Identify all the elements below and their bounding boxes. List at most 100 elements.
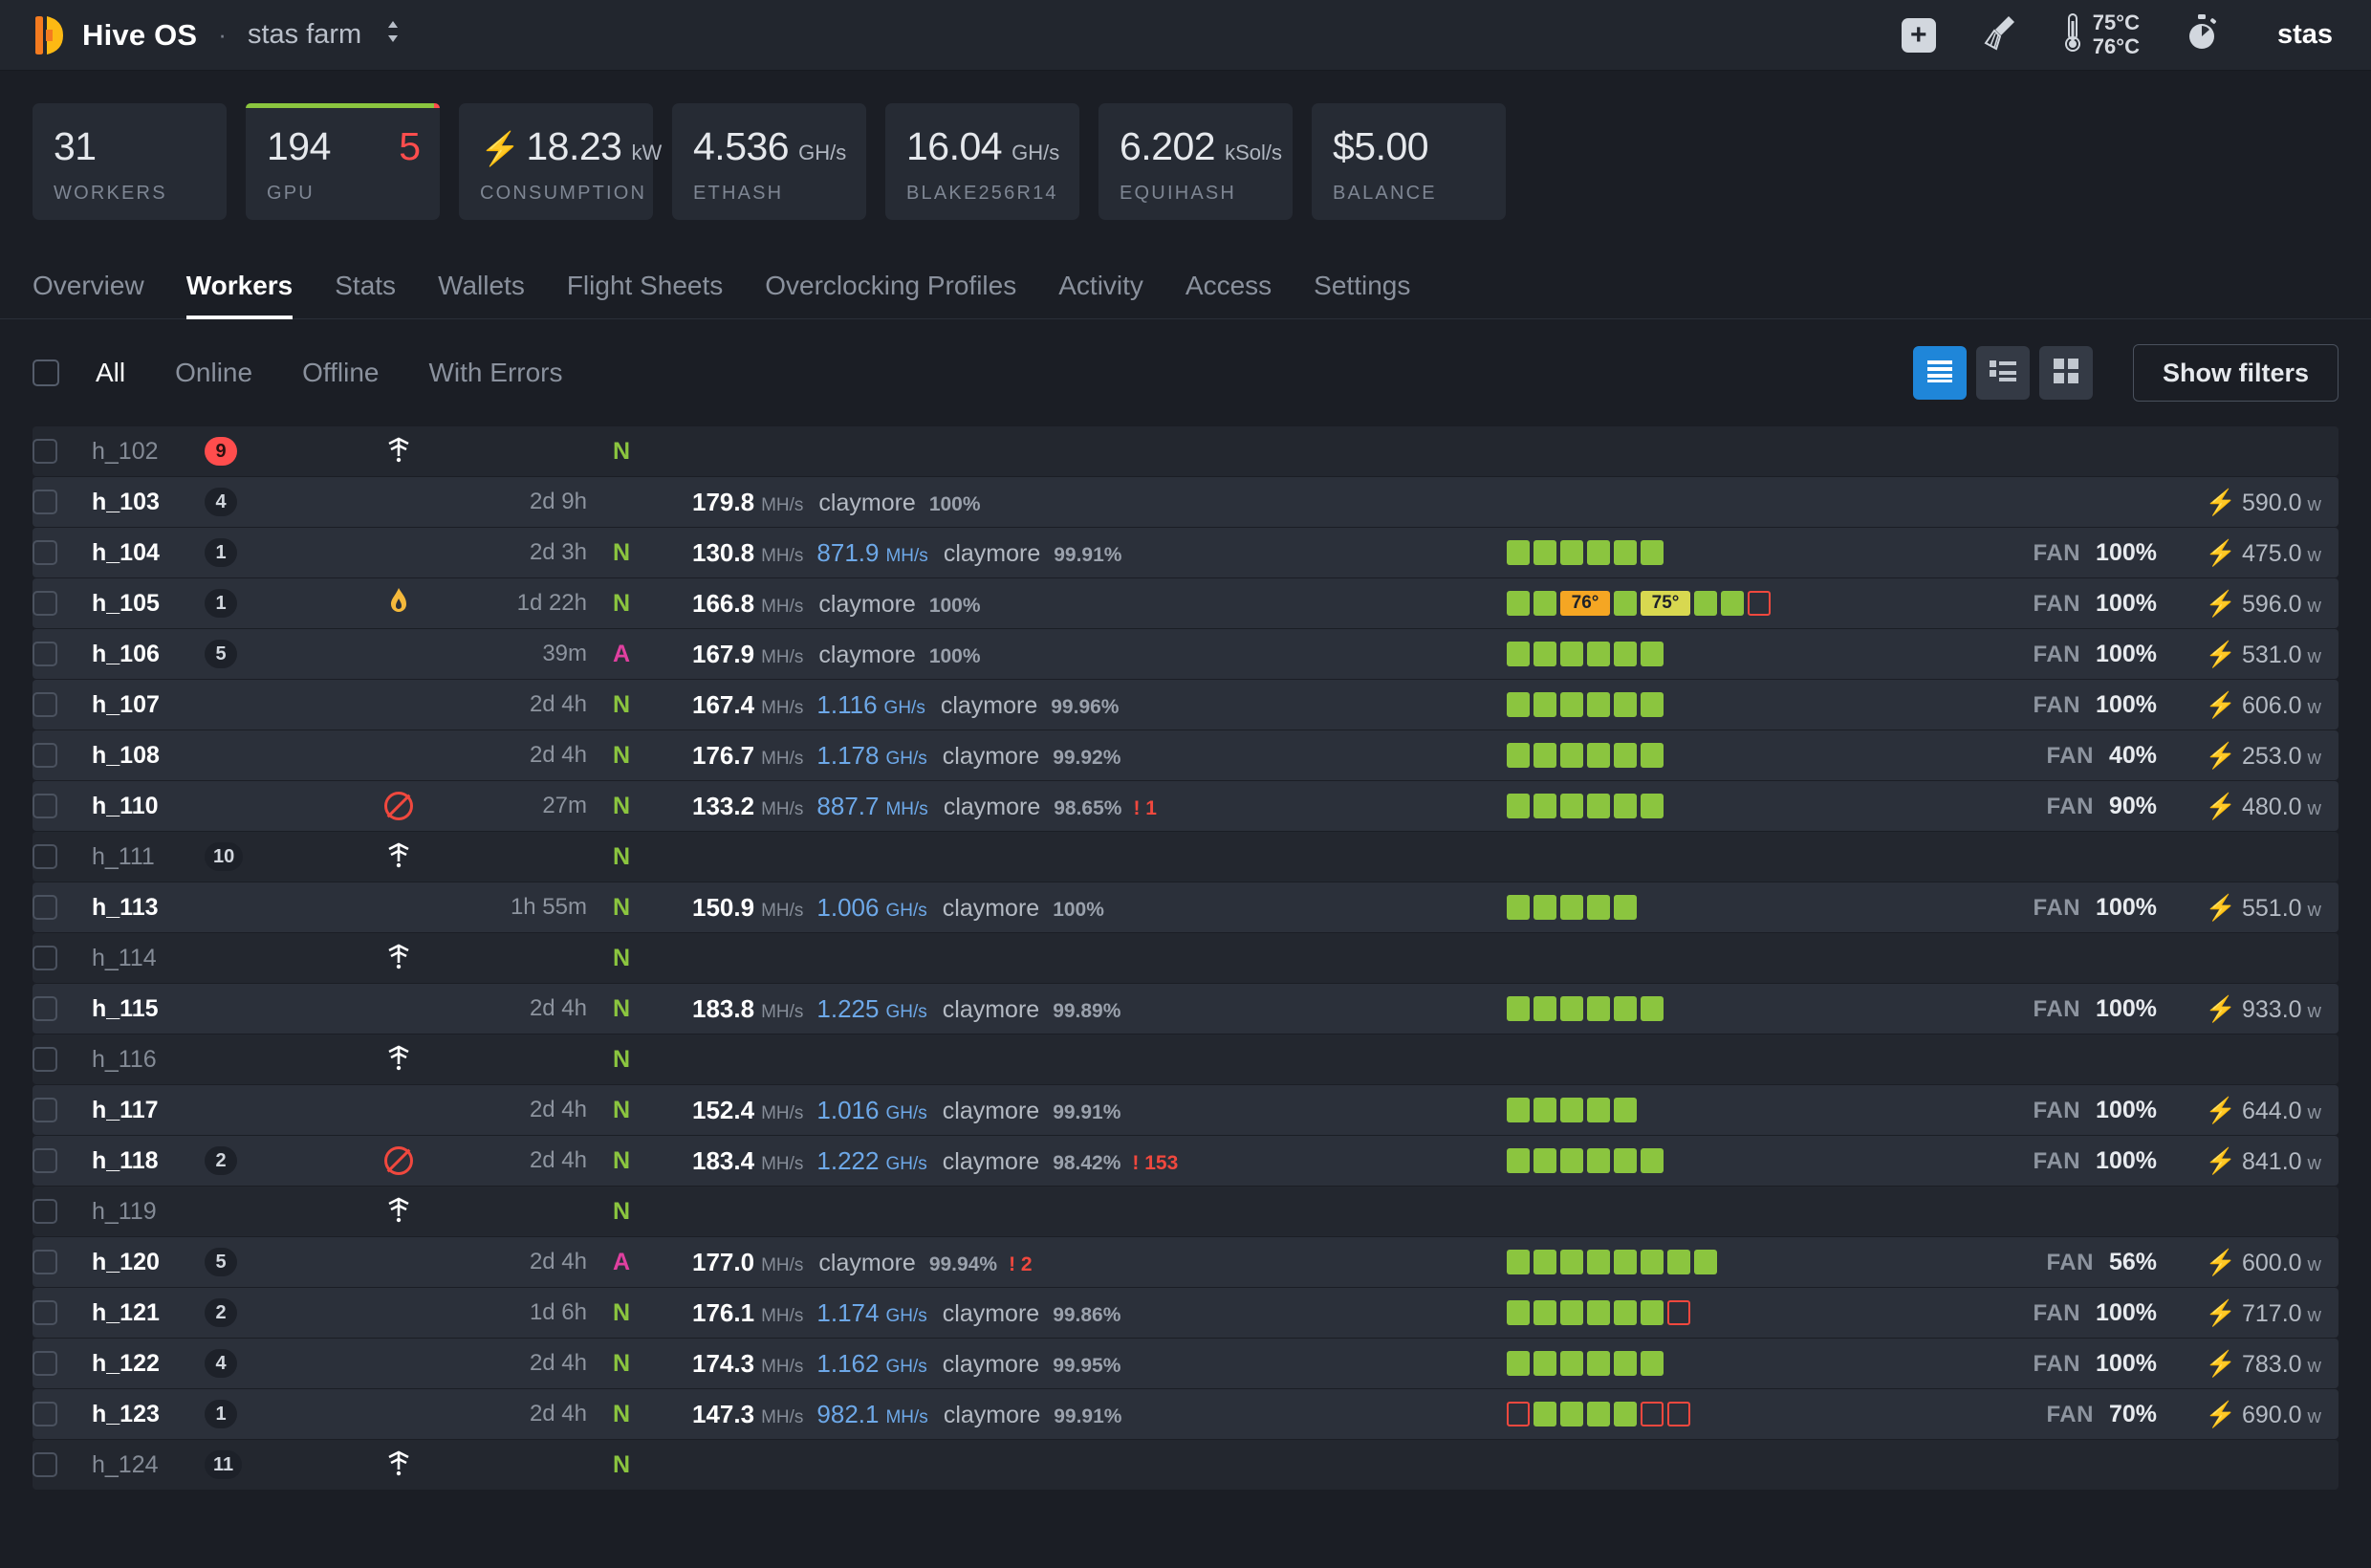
table-row[interactable]: h_102 9 N: [33, 426, 2338, 476]
gpu-status-box[interactable]: [1534, 591, 1556, 616]
stat-card-gpu[interactable]: 194 5 GPU: [246, 103, 440, 220]
user-menu[interactable]: stas: [2277, 19, 2333, 51]
worker-name[interactable]: h_104: [78, 539, 193, 567]
gpu-status-box[interactable]: [1534, 794, 1556, 818]
gpu-status-box[interactable]: [1560, 540, 1583, 565]
row-checkbox[interactable]: [33, 1047, 57, 1072]
table-row[interactable]: h_113 1h 55m N 150.9 MH/s 1.006 GH/s claymore 10…: [33, 882, 2338, 932]
worker-name[interactable]: h_119: [78, 1198, 193, 1226]
gpu-status-box[interactable]: [1641, 1351, 1664, 1376]
gpu-status-box[interactable]: [1614, 1098, 1637, 1122]
gpu-status-box[interactable]: [1587, 895, 1610, 920]
gpu-status-box[interactable]: [1587, 996, 1610, 1021]
worker-name[interactable]: h_117: [78, 1097, 193, 1124]
gpu-status-box[interactable]: [1587, 1300, 1610, 1325]
row-checkbox[interactable]: [33, 490, 57, 514]
filter-chip-offline[interactable]: Offline: [277, 358, 403, 388]
gpu-status-box[interactable]: 75°: [1641, 591, 1690, 616]
row-checkbox[interactable]: [33, 1098, 57, 1122]
gpu-status-box[interactable]: [1587, 642, 1610, 666]
table-row[interactable]: h_114 N: [33, 933, 2338, 983]
row-checkbox[interactable]: [33, 895, 57, 920]
gpu-status-box[interactable]: [1587, 1098, 1610, 1122]
table-row[interactable]: h_120 5 2d 4h A 177.0 MH/s claymore 99.94% ! 2 FA…: [33, 1237, 2338, 1287]
row-checkbox[interactable]: [33, 1199, 57, 1224]
table-row[interactable]: h_110 27m N 133.2 MH/s 887.7 MH/s claymore 98.65…: [33, 781, 2338, 831]
broom-button[interactable]: [1980, 14, 2018, 55]
row-checkbox[interactable]: [33, 591, 57, 616]
gpu-status-box[interactable]: [1534, 1300, 1556, 1325]
worker-name[interactable]: h_115: [78, 995, 193, 1023]
row-checkbox[interactable]: [33, 1351, 57, 1376]
gpu-status-box[interactable]: [1614, 1250, 1637, 1274]
gpu-status-box[interactable]: [1721, 591, 1744, 616]
gpu-status-box[interactable]: [1614, 743, 1637, 768]
gpu-status-box[interactable]: [1614, 996, 1637, 1021]
gpu-status-box[interactable]: [1507, 794, 1530, 818]
gpu-status-box[interactable]: [1641, 1148, 1664, 1173]
gpu-status-box[interactable]: [1587, 794, 1610, 818]
table-row[interactable]: h_116 N: [33, 1034, 2338, 1084]
gpu-status-box[interactable]: 76°: [1560, 591, 1610, 616]
gpu-status-box[interactable]: [1534, 1098, 1556, 1122]
row-checkbox[interactable]: [33, 540, 57, 565]
gpu-status-box[interactable]: [1694, 1250, 1717, 1274]
stopwatch-button[interactable]: [2184, 13, 2220, 56]
row-checkbox[interactable]: [33, 692, 57, 717]
gpu-status-box[interactable]: [1587, 743, 1610, 768]
gpu-status-box[interactable]: [1534, 1148, 1556, 1173]
gpu-status-box[interactable]: [1587, 1148, 1610, 1173]
gpu-status-box[interactable]: [1560, 794, 1583, 818]
table-row[interactable]: h_121 2 1d 6h N 176.1 MH/s 1.174 GH/s claymore 99…: [33, 1288, 2338, 1338]
worker-name[interactable]: h_110: [78, 793, 193, 820]
worker-name[interactable]: h_123: [78, 1401, 193, 1428]
worker-name[interactable]: h_124: [78, 1451, 193, 1479]
worker-name[interactable]: h_105: [78, 590, 193, 618]
row-checkbox[interactable]: [33, 1148, 57, 1173]
add-button[interactable]: +: [1901, 17, 1936, 53]
view-grid-button[interactable]: [2038, 346, 2093, 400]
table-row[interactable]: h_118 2 2d 4h N 183.4 MH/s 1.222 GH/s claymore 98…: [33, 1136, 2338, 1186]
gpu-status-box[interactable]: [1614, 692, 1637, 717]
stat-card-workers[interactable]: 31 WORKERS: [33, 103, 227, 220]
gpu-status-box[interactable]: [1614, 1148, 1637, 1173]
filter-chip-with-errors[interactable]: With Errors: [403, 358, 587, 388]
temperature-indicator[interactable]: 75°C 76°C: [2062, 11, 2140, 58]
gpu-status-box[interactable]: [1667, 1250, 1690, 1274]
select-all-checkbox[interactable]: [33, 359, 59, 386]
tab-overview[interactable]: Overview: [33, 271, 165, 318]
worker-name[interactable]: h_103: [78, 489, 193, 516]
gpu-status-box[interactable]: [1641, 1300, 1664, 1325]
gpu-status-box[interactable]: [1614, 540, 1637, 565]
row-checkbox[interactable]: [33, 996, 57, 1021]
table-row[interactable]: h_117 2d 4h N 152.4 MH/s 1.016 GH/s claymore 99.…: [33, 1085, 2338, 1135]
gpu-status-box[interactable]: [1614, 1351, 1637, 1376]
gpu-status-box[interactable]: [1560, 1148, 1583, 1173]
gpu-status-box[interactable]: [1641, 642, 1664, 666]
gpu-status-box[interactable]: [1507, 1148, 1530, 1173]
gpu-status-box[interactable]: [1667, 1300, 1690, 1325]
row-checkbox[interactable]: [33, 743, 57, 768]
gpu-status-box[interactable]: [1507, 692, 1530, 717]
table-row[interactable]: h_103 4 2d 9h 179.8 MH/s claymore 100% ⚡ 590.0 w: [33, 477, 2338, 527]
gpu-status-box[interactable]: [1560, 743, 1583, 768]
gpu-status-box[interactable]: [1507, 996, 1530, 1021]
gpu-status-box[interactable]: [1614, 895, 1637, 920]
row-checkbox[interactable]: [33, 946, 57, 970]
gpu-status-box[interactable]: [1641, 540, 1664, 565]
gpu-status-box[interactable]: [1507, 1402, 1530, 1426]
table-row[interactable]: h_123 1 2d 4h N 147.3 MH/s 982.1 MH/s claymore 99…: [33, 1389, 2338, 1439]
gpu-status-box[interactable]: [1587, 1250, 1610, 1274]
worker-name[interactable]: h_114: [78, 945, 193, 972]
gpu-status-box[interactable]: [1587, 692, 1610, 717]
gpu-status-box[interactable]: [1614, 1402, 1637, 1426]
gpu-status-box[interactable]: [1534, 743, 1556, 768]
gpu-status-box[interactable]: [1534, 692, 1556, 717]
gpu-status-box[interactable]: [1587, 1351, 1610, 1376]
row-checkbox[interactable]: [33, 439, 57, 464]
worker-name[interactable]: h_111: [78, 843, 193, 871]
show-filters-button[interactable]: Show filters: [2132, 344, 2338, 402]
gpu-status-box[interactable]: [1560, 692, 1583, 717]
gpu-status-box[interactable]: [1534, 996, 1556, 1021]
table-row[interactable]: h_104 1 2d 3h N 130.8 MH/s 871.9 MH/s claymore 99…: [33, 528, 2338, 577]
